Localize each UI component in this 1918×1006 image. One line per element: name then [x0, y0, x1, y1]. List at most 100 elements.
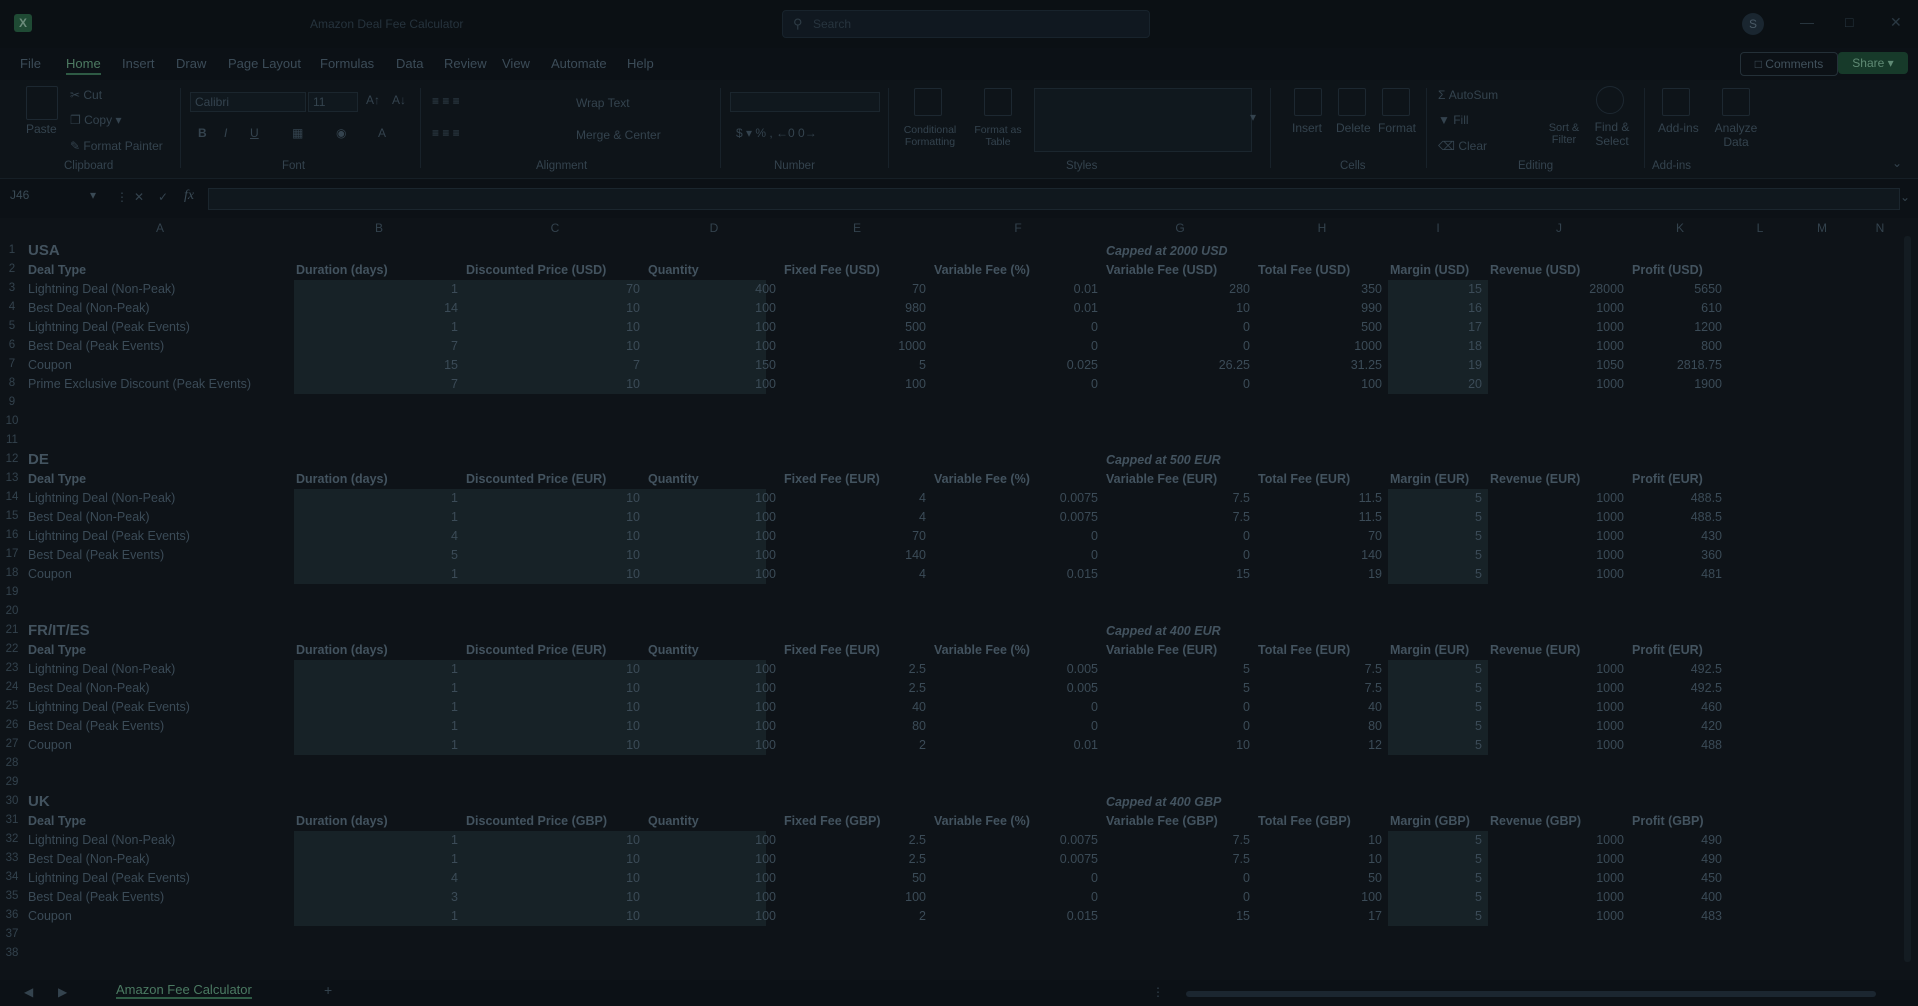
- value-cell[interactable]: 100: [646, 738, 776, 752]
- value-cell[interactable]: 0: [1104, 377, 1250, 391]
- value-cell[interactable]: 4: [782, 491, 926, 505]
- value-cell[interactable]: 0: [932, 548, 1098, 562]
- deal-type-cell[interactable]: Best Deal (Peak Events): [28, 548, 164, 562]
- format-table-icon[interactable]: [984, 88, 1012, 116]
- value-cell[interactable]: 1000: [1488, 339, 1624, 353]
- italic-button[interactable]: I: [224, 126, 227, 140]
- row-header[interactable]: 30: [0, 795, 24, 807]
- addins-icon[interactable]: [1662, 88, 1690, 116]
- deal-type-cell[interactable]: Best Deal (Peak Events): [28, 890, 164, 904]
- horizontal-scrollbar[interactable]: [1186, 991, 1876, 997]
- borders-icon[interactable]: ▦: [292, 126, 303, 140]
- value-cell[interactable]: 19: [1256, 567, 1382, 581]
- value-cell[interactable]: 100: [646, 852, 776, 866]
- value-cell[interactable]: 50: [782, 871, 926, 885]
- value-cell[interactable]: 100: [646, 377, 776, 391]
- add-sheet-button[interactable]: +: [324, 982, 332, 998]
- value-cell[interactable]: 0.015: [932, 567, 1098, 581]
- align-top-icon[interactable]: ≡ ≡ ≡: [432, 94, 460, 108]
- value-cell[interactable]: 0.01: [932, 301, 1098, 315]
- deal-type-cell[interactable]: Lightning Deal (Peak Events): [28, 320, 190, 334]
- value-cell[interactable]: 31.25: [1256, 358, 1382, 372]
- value-cell[interactable]: 7.5: [1104, 833, 1250, 847]
- value-cell[interactable]: 100: [782, 377, 926, 391]
- value-cell[interactable]: 100: [646, 871, 776, 885]
- format-cells-icon[interactable]: [1382, 88, 1410, 116]
- value-cell[interactable]: 100: [646, 719, 776, 733]
- value-cell[interactable]: 1000: [1488, 833, 1624, 847]
- column-header-cell[interactable]: Fixed Fee (EUR): [784, 472, 880, 486]
- value-cell[interactable]: 10: [464, 852, 640, 866]
- value-cell[interactable]: 1000: [1488, 301, 1624, 315]
- column-header-cell[interactable]: Variable Fee (GBP): [1106, 814, 1218, 828]
- value-cell[interactable]: 100: [646, 681, 776, 695]
- tab-data[interactable]: Data: [396, 56, 423, 71]
- row-header[interactable]: 19: [0, 586, 24, 598]
- row-header[interactable]: 11: [0, 434, 24, 446]
- row-header[interactable]: 32: [0, 833, 24, 845]
- value-cell[interactable]: 2: [782, 909, 926, 923]
- value-cell[interactable]: 100: [646, 890, 776, 904]
- value-cell[interactable]: 420: [1630, 719, 1722, 733]
- value-cell[interactable]: 500: [782, 320, 926, 334]
- value-cell[interactable]: 1000: [1488, 871, 1624, 885]
- value-cell[interactable]: 5: [1388, 662, 1482, 676]
- value-cell[interactable]: 10: [464, 491, 640, 505]
- collapse-ribbon-icon[interactable]: ⌄: [1892, 156, 1902, 170]
- row-header[interactable]: 13: [0, 472, 24, 484]
- row-header[interactable]: 5: [0, 320, 24, 332]
- value-cell[interactable]: 100: [646, 833, 776, 847]
- value-cell[interactable]: 0.0075: [932, 852, 1098, 866]
- search-input[interactable]: ⚲ Search: [782, 10, 1150, 38]
- value-cell[interactable]: 0: [1104, 529, 1250, 543]
- value-cell[interactable]: 100: [646, 548, 776, 562]
- tab-draw[interactable]: Draw: [176, 56, 206, 71]
- value-cell[interactable]: 14: [294, 301, 458, 315]
- value-cell[interactable]: 0: [1104, 890, 1250, 904]
- value-cell[interactable]: 80: [782, 719, 926, 733]
- paste-button[interactable]: Paste: [26, 122, 57, 136]
- value-cell[interactable]: 1050: [1488, 358, 1624, 372]
- value-cell[interactable]: 1000: [1488, 510, 1624, 524]
- row-header[interactable]: 10: [0, 415, 24, 427]
- value-cell[interactable]: 0.0075: [932, 510, 1098, 524]
- value-cell[interactable]: 1: [294, 909, 458, 923]
- column-header[interactable]: H: [1312, 221, 1332, 235]
- value-cell[interactable]: 0: [932, 890, 1098, 904]
- value-cell[interactable]: 2818.75: [1630, 358, 1722, 372]
- value-cell[interactable]: 10: [1256, 833, 1382, 847]
- value-cell[interactable]: 1: [294, 719, 458, 733]
- value-cell[interactable]: 483: [1630, 909, 1722, 923]
- deal-type-cell[interactable]: Coupon: [28, 567, 72, 581]
- row-header[interactable]: 14: [0, 491, 24, 503]
- column-header-cell[interactable]: Total Fee (GBP): [1258, 814, 1351, 828]
- column-header[interactable]: A: [150, 221, 170, 235]
- value-cell[interactable]: 0: [932, 871, 1098, 885]
- font-size-select[interactable]: 11: [308, 92, 358, 112]
- column-header[interactable]: C: [545, 221, 565, 235]
- fee-cap-note[interactable]: Capped at 400 GBP: [1106, 795, 1221, 809]
- column-header[interactable]: J: [1549, 221, 1569, 235]
- column-header[interactable]: D: [704, 221, 724, 235]
- value-cell[interactable]: 490: [1630, 852, 1722, 866]
- value-cell[interactable]: 10: [464, 833, 640, 847]
- column-header-cell[interactable]: Duration (days): [296, 814, 388, 828]
- value-cell[interactable]: 100: [646, 700, 776, 714]
- fx-icon[interactable]: fx: [184, 188, 194, 204]
- value-cell[interactable]: 7.5: [1256, 662, 1382, 676]
- value-cell[interactable]: 1000: [1488, 738, 1624, 752]
- column-header-cell[interactable]: Quantity: [648, 263, 699, 277]
- value-cell[interactable]: 5: [294, 548, 458, 562]
- value-cell[interactable]: 0.025: [932, 358, 1098, 372]
- row-header[interactable]: 34: [0, 871, 24, 883]
- value-cell[interactable]: 15: [294, 358, 458, 372]
- copy-button[interactable]: ❐ Copy ▾: [70, 113, 121, 127]
- tab-insert[interactable]: Insert: [122, 56, 155, 71]
- value-cell[interactable]: 450: [1630, 871, 1722, 885]
- column-header-cell[interactable]: Deal Type: [28, 643, 86, 657]
- format-cells-button[interactable]: Format: [1378, 121, 1416, 135]
- value-cell[interactable]: 12: [1256, 738, 1382, 752]
- value-cell[interactable]: 5: [1388, 909, 1482, 923]
- underline-button[interactable]: U: [250, 126, 259, 140]
- value-cell[interactable]: 0: [1104, 548, 1250, 562]
